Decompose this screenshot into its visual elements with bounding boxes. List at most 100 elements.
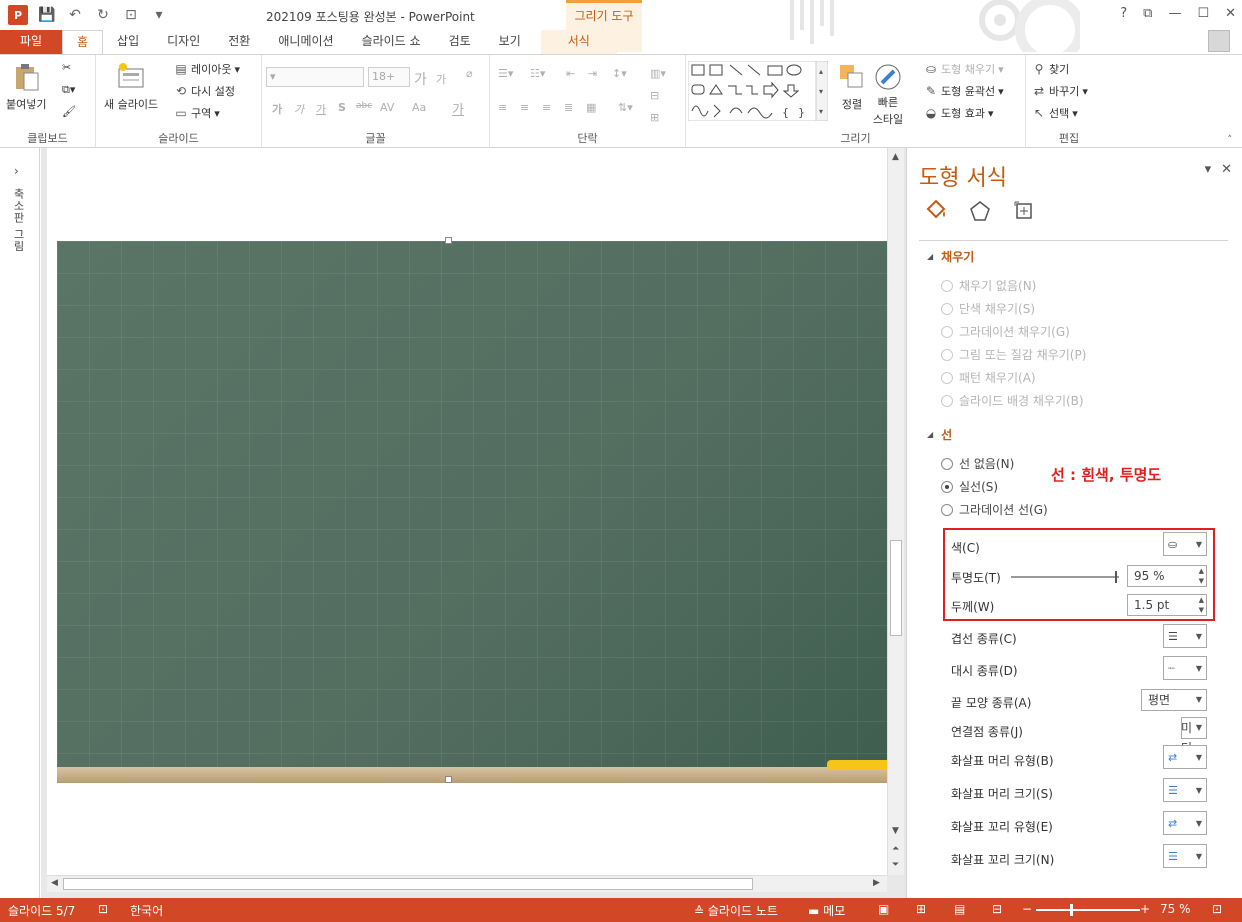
numbering-icon[interactable]: ☷▾ [530,67,545,80]
slideshow-icon[interactable]: ⊟ [992,902,1002,916]
fill-section-header[interactable]: ◢ 채우기 [927,248,974,265]
zoom-out-icon[interactable]: − [1022,902,1032,916]
help-button[interactable]: ? [1120,6,1127,21]
end-arrow-type-picker[interactable]: ⇄ ▼ [1163,811,1207,835]
replace-button[interactable]: ⇄ 바꾸기 ▾ [1032,83,1088,99]
zoom-slider-knob[interactable] [1070,904,1073,916]
redo-icon[interactable]: ↻ [94,7,112,23]
collapse-ribbon-icon[interactable]: ˄ [1228,135,1233,145]
transparency-slider-knob[interactable] [1115,571,1117,583]
minimize-button[interactable]: — [1168,6,1181,21]
maximize-button[interactable]: ☐ [1197,6,1209,21]
format-painter-icon[interactable]: 🖌 [62,105,76,118]
slide-sorter-icon[interactable]: ⊞ [916,902,926,916]
fill-background-radio[interactable]: 슬라이드 배경 채우기(B) [941,392,1084,409]
zoom-in-icon[interactable]: + [1140,902,1150,916]
bullets-icon[interactable]: ☰▾ [498,67,513,80]
save-icon[interactable]: 💾 [38,7,56,23]
increase-indent-icon[interactable]: ⇥ [588,67,597,80]
italic-button[interactable]: 가 [294,101,304,117]
undo-icon[interactable]: ↶ [66,7,84,23]
find-button[interactable]: ⚲ 찾기 [1032,61,1070,77]
smartart-icon[interactable]: ⊞ [650,111,659,124]
expand-thumbnails-icon[interactable]: › [14,164,19,178]
notes-button[interactable]: ≙ 슬라이드 노트 [694,902,778,919]
font-color-button[interactable]: 가 [452,99,464,118]
tab-file[interactable]: 파일 [0,30,62,54]
language-indicator[interactable]: 한국어 [130,902,163,919]
line-none-radio[interactable]: 선 없음(N) [941,455,1014,472]
spellcheck-icon[interactable]: ⊡ [98,902,108,916]
shapes-gallery[interactable]: {} ▴ ▾ ▾ [688,61,828,121]
tab-view[interactable]: 보기 [485,30,535,54]
scroll-right-icon[interactable]: ▶ [873,878,880,888]
normal-view-icon[interactable]: ▣ [878,902,889,916]
vertical-scrollbar[interactable]: ▲ ▼ ⏶ ⏷ [887,148,904,875]
tab-design[interactable]: 디자인 [153,30,214,54]
thumbnails-label[interactable]: 축소판 그림 [10,188,26,253]
clear-format-icon[interactable]: ⌀ [466,67,473,80]
chalk-stick[interactable] [827,760,887,770]
powerpoint-logo-icon[interactable]: P [8,5,28,25]
join-type-select[interactable]: 미터▼ [1181,717,1207,755]
tab-review[interactable]: 검토 [435,30,485,54]
spinner-arrows-icon[interactable]: ▲ ▼ [1199,566,1204,586]
fill-gradient-radio[interactable]: 그라데이션 채우기(G) [941,323,1070,340]
line-gradient-radio[interactable]: 그라데이션 선(G) [941,501,1048,518]
resize-handle-bottom[interactable] [445,776,452,783]
close-button[interactable]: ✕ [1225,6,1236,21]
fit-to-window-icon[interactable]: ⊡ [1212,902,1222,916]
shadow-button[interactable]: S [338,101,346,114]
previous-slide-icon[interactable]: ⏶ [892,844,899,854]
spinner-arrows-icon[interactable]: ▲ ▼ [1199,595,1204,615]
grow-font-button[interactable]: 가 [414,69,427,89]
scroll-down-icon[interactable]: ▼ [892,826,899,836]
align-right-icon[interactable]: ≡ [542,101,551,114]
resize-handle-top[interactable] [445,237,452,244]
tab-animations[interactable]: 애니메이션 [264,30,347,54]
tab-home[interactable]: 홈 [62,30,104,54]
line-spacing-icon[interactable]: ↕▾ [612,67,627,80]
align-center-icon[interactable]: ≡ [520,101,529,114]
align-text-icon[interactable]: ⊟ [650,89,659,102]
chalkboard-shape[interactable] [57,241,887,767]
font-size-combo[interactable]: 18+ [368,67,410,87]
bold-button[interactable]: 가 [272,101,282,117]
start-from-beginning-icon[interactable]: ⊡ [122,7,140,23]
tab-format[interactable]: 서식 [540,30,617,54]
transparency-spinner[interactable]: 95 % ▲ ▼ [1127,565,1207,587]
char-spacing-button[interactable]: AV [380,101,394,114]
tab-insert[interactable]: 삽입 [103,30,153,54]
layout-button[interactable]: ▤ 레이아웃 ▾ [174,61,240,77]
shape-outline-button[interactable]: ✎ 도형 윤곽선 ▾ [924,83,1004,99]
line-section-header[interactable]: ◢ 선 [927,426,952,443]
tab-transitions[interactable]: 전환 [214,30,264,54]
strikethrough-button[interactable]: abc [356,101,372,111]
shrink-font-button[interactable]: 가 [436,71,446,87]
fill-none-radio[interactable]: 채우기 없음(N) [941,277,1036,294]
customize-qat-icon[interactable]: ▾ [150,7,168,23]
justify-icon[interactable]: ≣ [564,101,573,114]
ribbon-display-button[interactable]: ⧉ [1143,6,1152,21]
pane-close-icon[interactable]: ✕ [1221,162,1232,177]
zoom-level[interactable]: 75 % [1160,902,1191,916]
reset-button[interactable]: ⟲ 다시 설정 [174,83,235,99]
fill-picture-radio[interactable]: 그림 또는 질감 채우기(P) [941,346,1086,363]
fill-pattern-radio[interactable]: 패턴 채우기(A) [941,369,1036,386]
end-arrow-size-picker[interactable]: ☰ ▼ [1163,844,1207,868]
reading-view-icon[interactable]: ▤ [954,902,965,916]
comments-button[interactable]: ▬ 메모 [808,902,845,919]
shape-fill-button[interactable]: ⛀ 도형 채우기 ▾ [924,61,1004,77]
distributed-icon[interactable]: ▦ [586,101,596,114]
dash-type-picker[interactable]: ┈ ▼ [1163,656,1207,680]
columns-icon[interactable]: ▥▾ [650,67,666,80]
fill-solid-radio[interactable]: 단색 채우기(S) [941,300,1035,317]
tab-slideshow[interactable]: 슬라이드 쇼 [348,30,435,54]
horizontal-scrollbar[interactable]: ◀ ▶ [47,875,887,892]
begin-arrow-type-picker[interactable]: ⇄ ▼ [1163,745,1207,769]
begin-arrow-size-picker[interactable]: ☰ ▼ [1163,778,1207,802]
scroll-left-icon[interactable]: ◀ [51,878,58,888]
width-spinner[interactable]: 1.5 pt ▲ ▼ [1127,594,1207,616]
zoom-slider[interactable] [1036,904,1140,916]
compound-type-picker[interactable]: ☰ ▼ [1163,624,1207,648]
